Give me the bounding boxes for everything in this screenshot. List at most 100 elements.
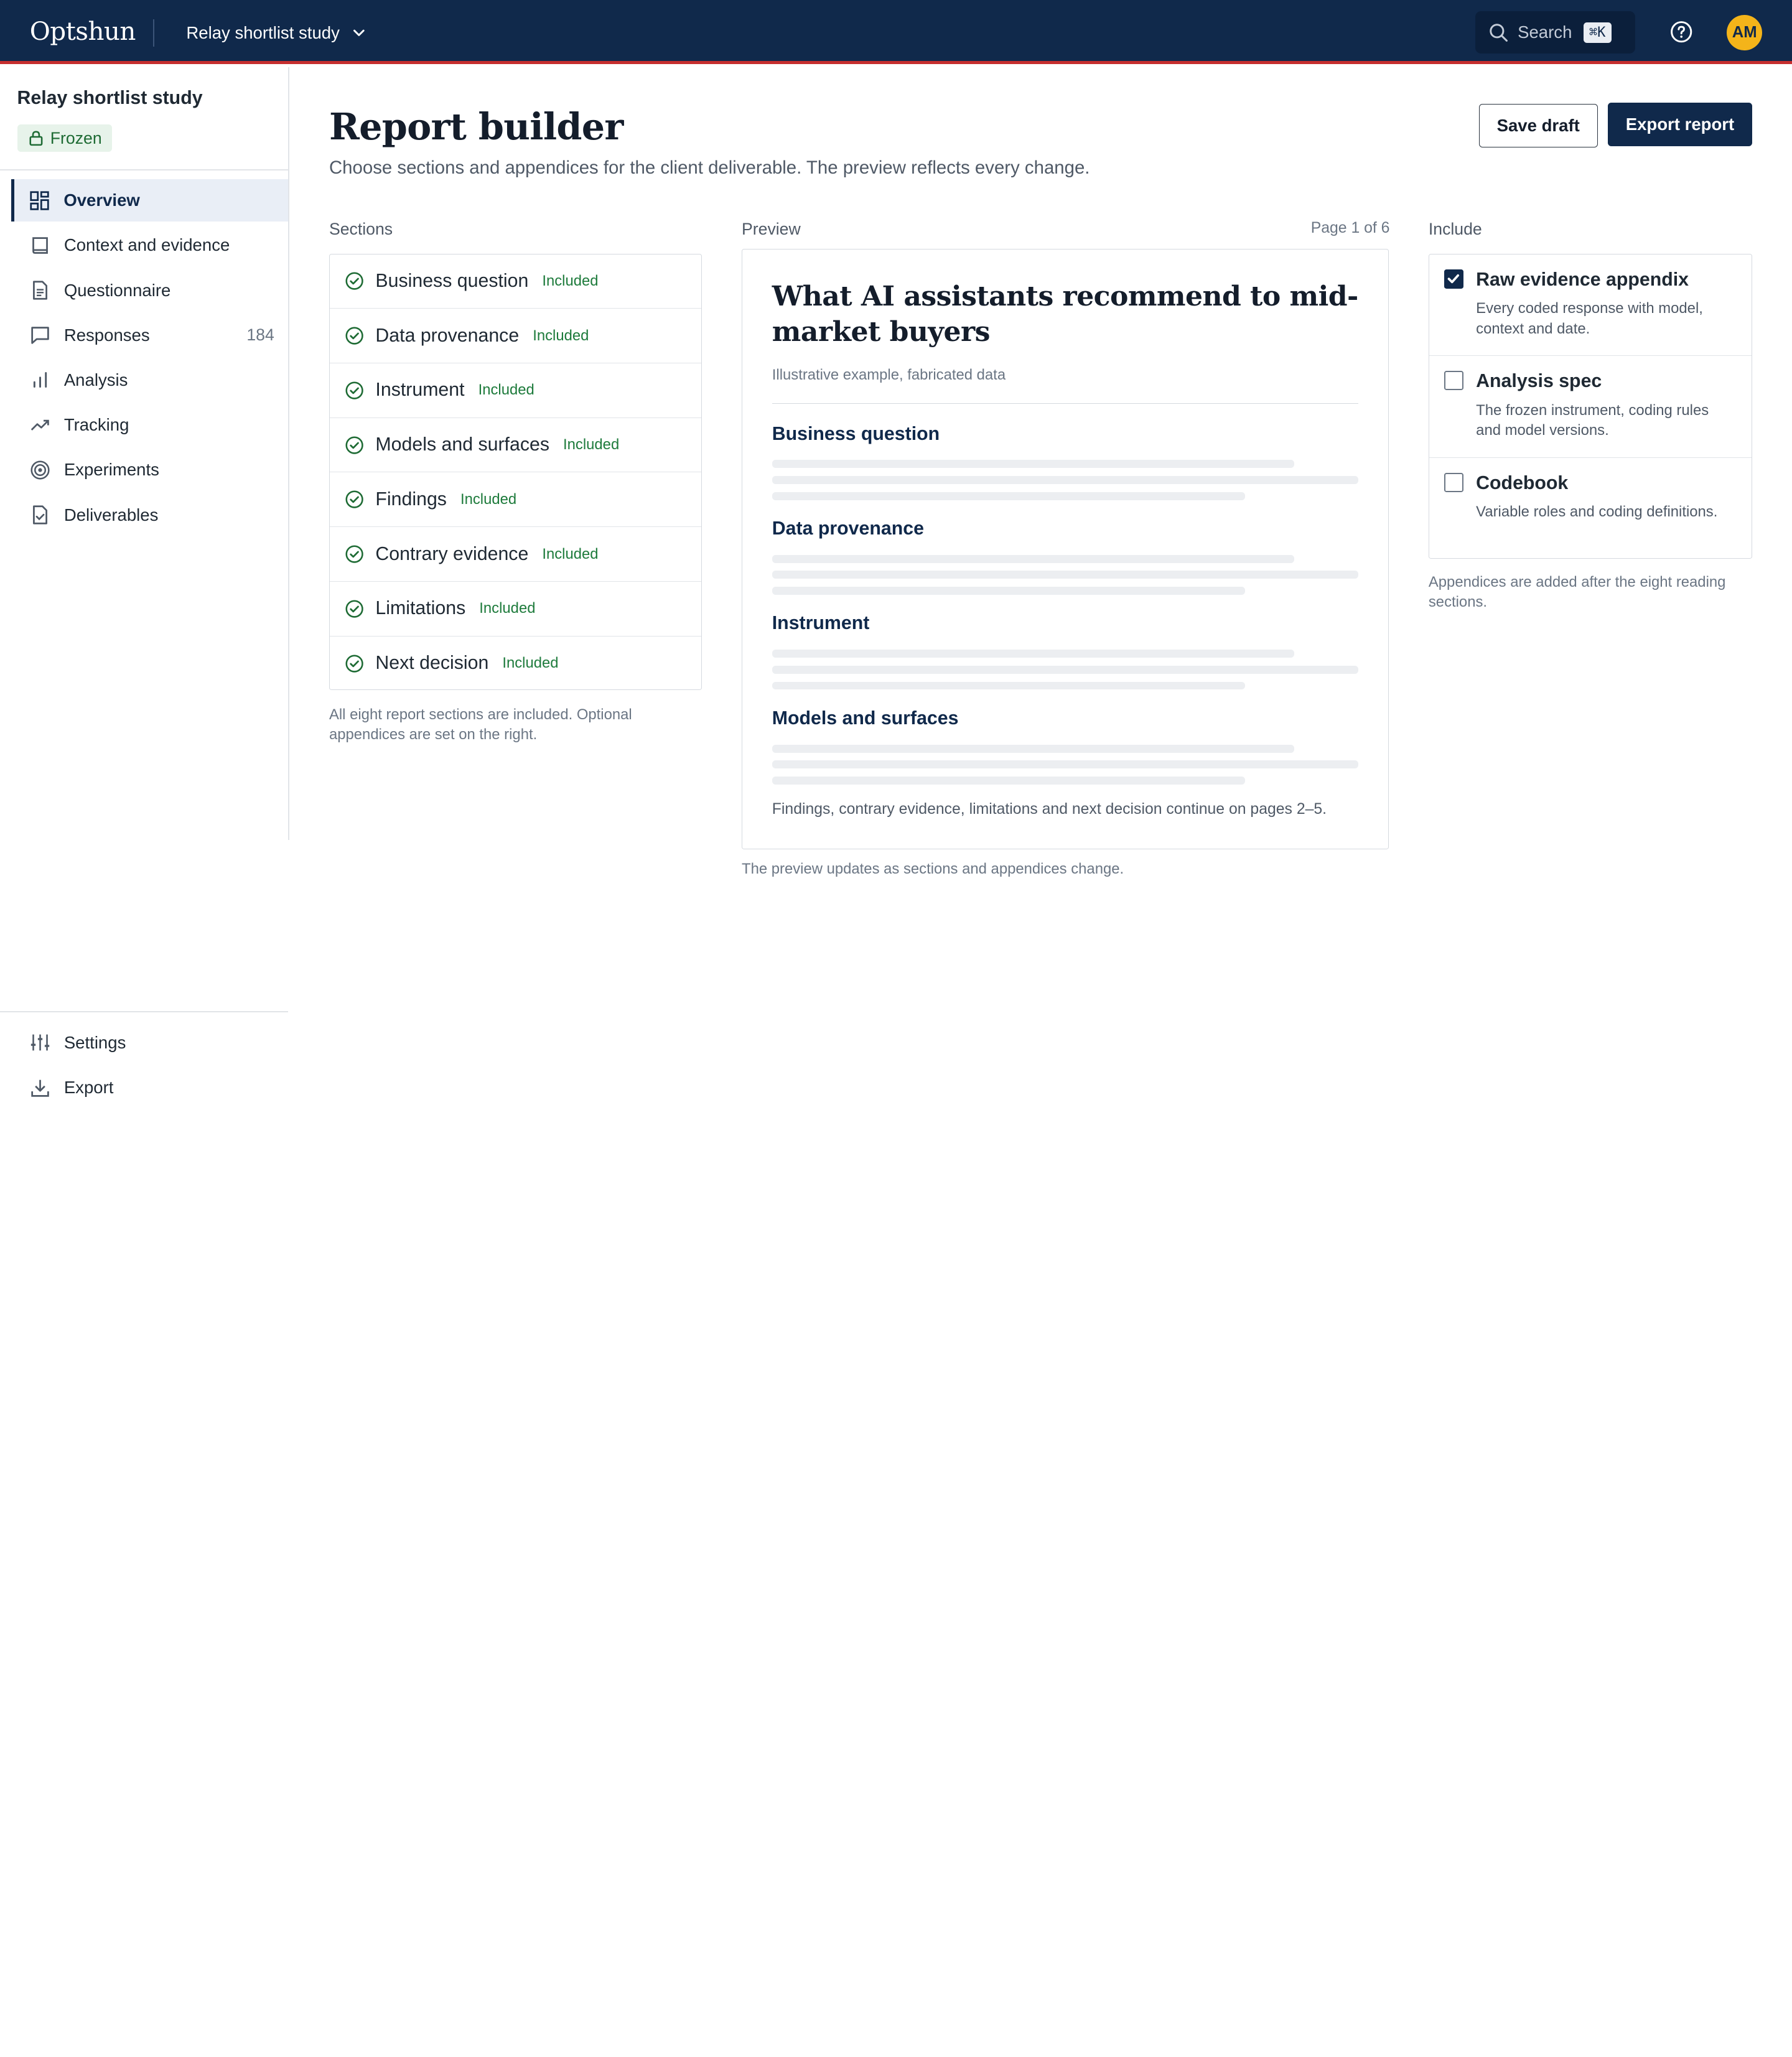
- status-badge-label: Frozen: [50, 128, 102, 147]
- sidebar-item-export[interactable]: Export: [11, 1066, 287, 1109]
- app-logo[interactable]: Optshun: [30, 16, 136, 46]
- check-circle-icon: [345, 655, 363, 673]
- preview-section: Data provenance: [772, 518, 1358, 595]
- appendix-analysis-spec[interactable]: Analysis spec The frozen instrument, cod…: [1429, 356, 1752, 458]
- study-switcher-label: Relay shortlist study: [186, 23, 340, 43]
- appendix-raw-evidence[interactable]: Raw evidence appendix Every coded respon…: [1429, 254, 1752, 357]
- sections-label: Sections: [329, 219, 393, 238]
- help-icon[interactable]: [1669, 19, 1694, 44]
- codebook-checkbox[interactable]: [1444, 472, 1463, 492]
- sidebar-item-questionnaire[interactable]: Questionnaire: [11, 269, 287, 312]
- section-name: Next decision: [375, 653, 489, 674]
- section-name: Business question: [375, 271, 529, 292]
- book-icon: [32, 237, 48, 254]
- app-root: Optshun Relay shortlist study Search ⌘K …: [0, 0, 1792, 1120]
- preview-section: Business question: [772, 424, 1358, 500]
- check-circle-icon: [345, 436, 363, 454]
- preview-footer: Findings, contrary evidence, limitations…: [772, 800, 1327, 818]
- sidebar-bottom-divider: [0, 1011, 288, 1013]
- search-label: Search: [1518, 22, 1572, 42]
- sidebar-item-overview[interactable]: Overview: [11, 179, 288, 222]
- sidebar-item-label: Settings: [63, 1032, 126, 1052]
- checkmark-icon: [1447, 274, 1459, 283]
- download-icon: [31, 1080, 49, 1097]
- page-subtitle: Choose sections and appendices for the c…: [329, 157, 1090, 179]
- sidebar-item-deliverables[interactable]: Deliverables: [11, 494, 287, 536]
- section-status: Included: [542, 273, 599, 290]
- placeholder-line: [772, 650, 1295, 658]
- analysis-spec-checkbox[interactable]: [1444, 371, 1463, 391]
- appendix-title: Codebook: [1476, 472, 1569, 493]
- export-report-button[interactable]: Export report: [1608, 103, 1752, 147]
- section-name: Instrument: [375, 380, 465, 401]
- placeholder-line: [772, 554, 1295, 563]
- top-bar: Optshun Relay shortlist study Search ⌘K …: [0, 0, 1792, 64]
- sidebar-divider: [0, 169, 288, 170]
- raw-evidence-checkbox[interactable]: [1444, 269, 1463, 289]
- section-row-limitations[interactable]: Limitations Included: [329, 582, 701, 637]
- sections-list: Business question Included Data provenan…: [329, 253, 702, 691]
- check-circle-icon: [345, 381, 363, 399]
- search-button[interactable]: Search ⌘K: [1475, 11, 1636, 54]
- sidebar-item-label: Tracking: [63, 415, 129, 435]
- appendix-description: The frozen instrument, coding rules and …: [1476, 401, 1709, 439]
- section-row-findings[interactable]: Findings Included: [329, 472, 701, 528]
- user-avatar[interactable]: AM: [1727, 14, 1763, 50]
- sidebar-item-responses[interactable]: Responses 184: [11, 314, 287, 357]
- appendix-codebook[interactable]: Codebook Variable roles and coding defin…: [1429, 458, 1752, 559]
- placeholder-line: [772, 777, 1246, 785]
- search-shortcut: ⌘K: [1583, 22, 1612, 43]
- preview-note: The preview updates as sections and appe…: [742, 861, 1124, 878]
- preview-rule: [772, 403, 1358, 404]
- placeholder-line: [772, 760, 1358, 769]
- sidebar-bottom-nav: Settings Export: [11, 1022, 287, 1111]
- preview-label: Preview: [742, 219, 801, 238]
- placeholder-line: [772, 744, 1295, 753]
- section-row-business-question[interactable]: Business question Included: [329, 254, 701, 309]
- section-row-data-provenance[interactable]: Data provenance Included: [329, 309, 701, 364]
- section-status: Included: [542, 545, 599, 562]
- message-icon: [31, 327, 49, 345]
- preview-section-heading: Models and surfaces: [772, 707, 959, 729]
- document-icon: [32, 281, 47, 300]
- topbar-divider: [153, 19, 154, 47]
- placeholder-line: [772, 571, 1358, 579]
- section-row-instrument[interactable]: Instrument Included: [329, 363, 701, 418]
- check-circle-icon: [345, 600, 363, 618]
- sidebar: Relay shortlist study Frozen Overview Co…: [0, 67, 288, 1120]
- preview-section-heading: Business question: [772, 423, 940, 444]
- bar-chart-icon: [33, 372, 47, 388]
- sidebar-item-experiments[interactable]: Experiments: [11, 449, 287, 491]
- sidebar-item-label: Export: [63, 1078, 114, 1098]
- file-check-icon: [32, 505, 47, 525]
- preview-subtitle: Illustrative example, fabricated data: [772, 366, 1006, 383]
- sidebar-item-context-and-evidence[interactable]: Context and evidence: [11, 225, 287, 267]
- placeholder-line: [772, 476, 1358, 484]
- section-row-models-and-surfaces[interactable]: Models and surfaces Included: [329, 418, 701, 473]
- section-row-contrary-evidence[interactable]: Contrary evidence Included: [329, 527, 701, 582]
- placeholder-line: [772, 665, 1358, 674]
- sidebar-item-analysis[interactable]: Analysis: [11, 359, 287, 401]
- sidebar-border: [287, 67, 289, 840]
- trend-icon: [30, 419, 49, 431]
- sidebar-item-settings[interactable]: Settings: [11, 1022, 287, 1064]
- sidebar-item-tracking[interactable]: Tracking: [11, 404, 287, 446]
- placeholder-line: [772, 681, 1246, 690]
- save-draft-button[interactable]: Save draft: [1478, 104, 1598, 147]
- page-title: Report builder: [329, 105, 623, 148]
- placeholder-line: [772, 460, 1295, 469]
- study-switcher[interactable]: Relay shortlist study: [186, 19, 367, 47]
- appendix-description: Every coded response with model, context…: [1476, 300, 1703, 337]
- sidebar-item-label: Experiments: [63, 460, 159, 480]
- sections-note: All eight report sections are included. …: [329, 706, 632, 744]
- sidebar-item-label: Responses: [63, 325, 150, 345]
- section-name: Contrary evidence: [375, 543, 529, 564]
- chevron-down-icon: [353, 30, 365, 37]
- section-name: Data provenance: [375, 325, 520, 346]
- section-row-next-decision[interactable]: Next decision Included: [330, 637, 701, 691]
- placeholder-line: [772, 587, 1246, 595]
- preview-section: Instrument: [772, 613, 1358, 690]
- preview-section-heading: Data provenance: [772, 518, 924, 539]
- report-preview[interactable]: What AI assistants recommend to mid-mark…: [742, 249, 1389, 849]
- check-circle-icon: [345, 272, 363, 291]
